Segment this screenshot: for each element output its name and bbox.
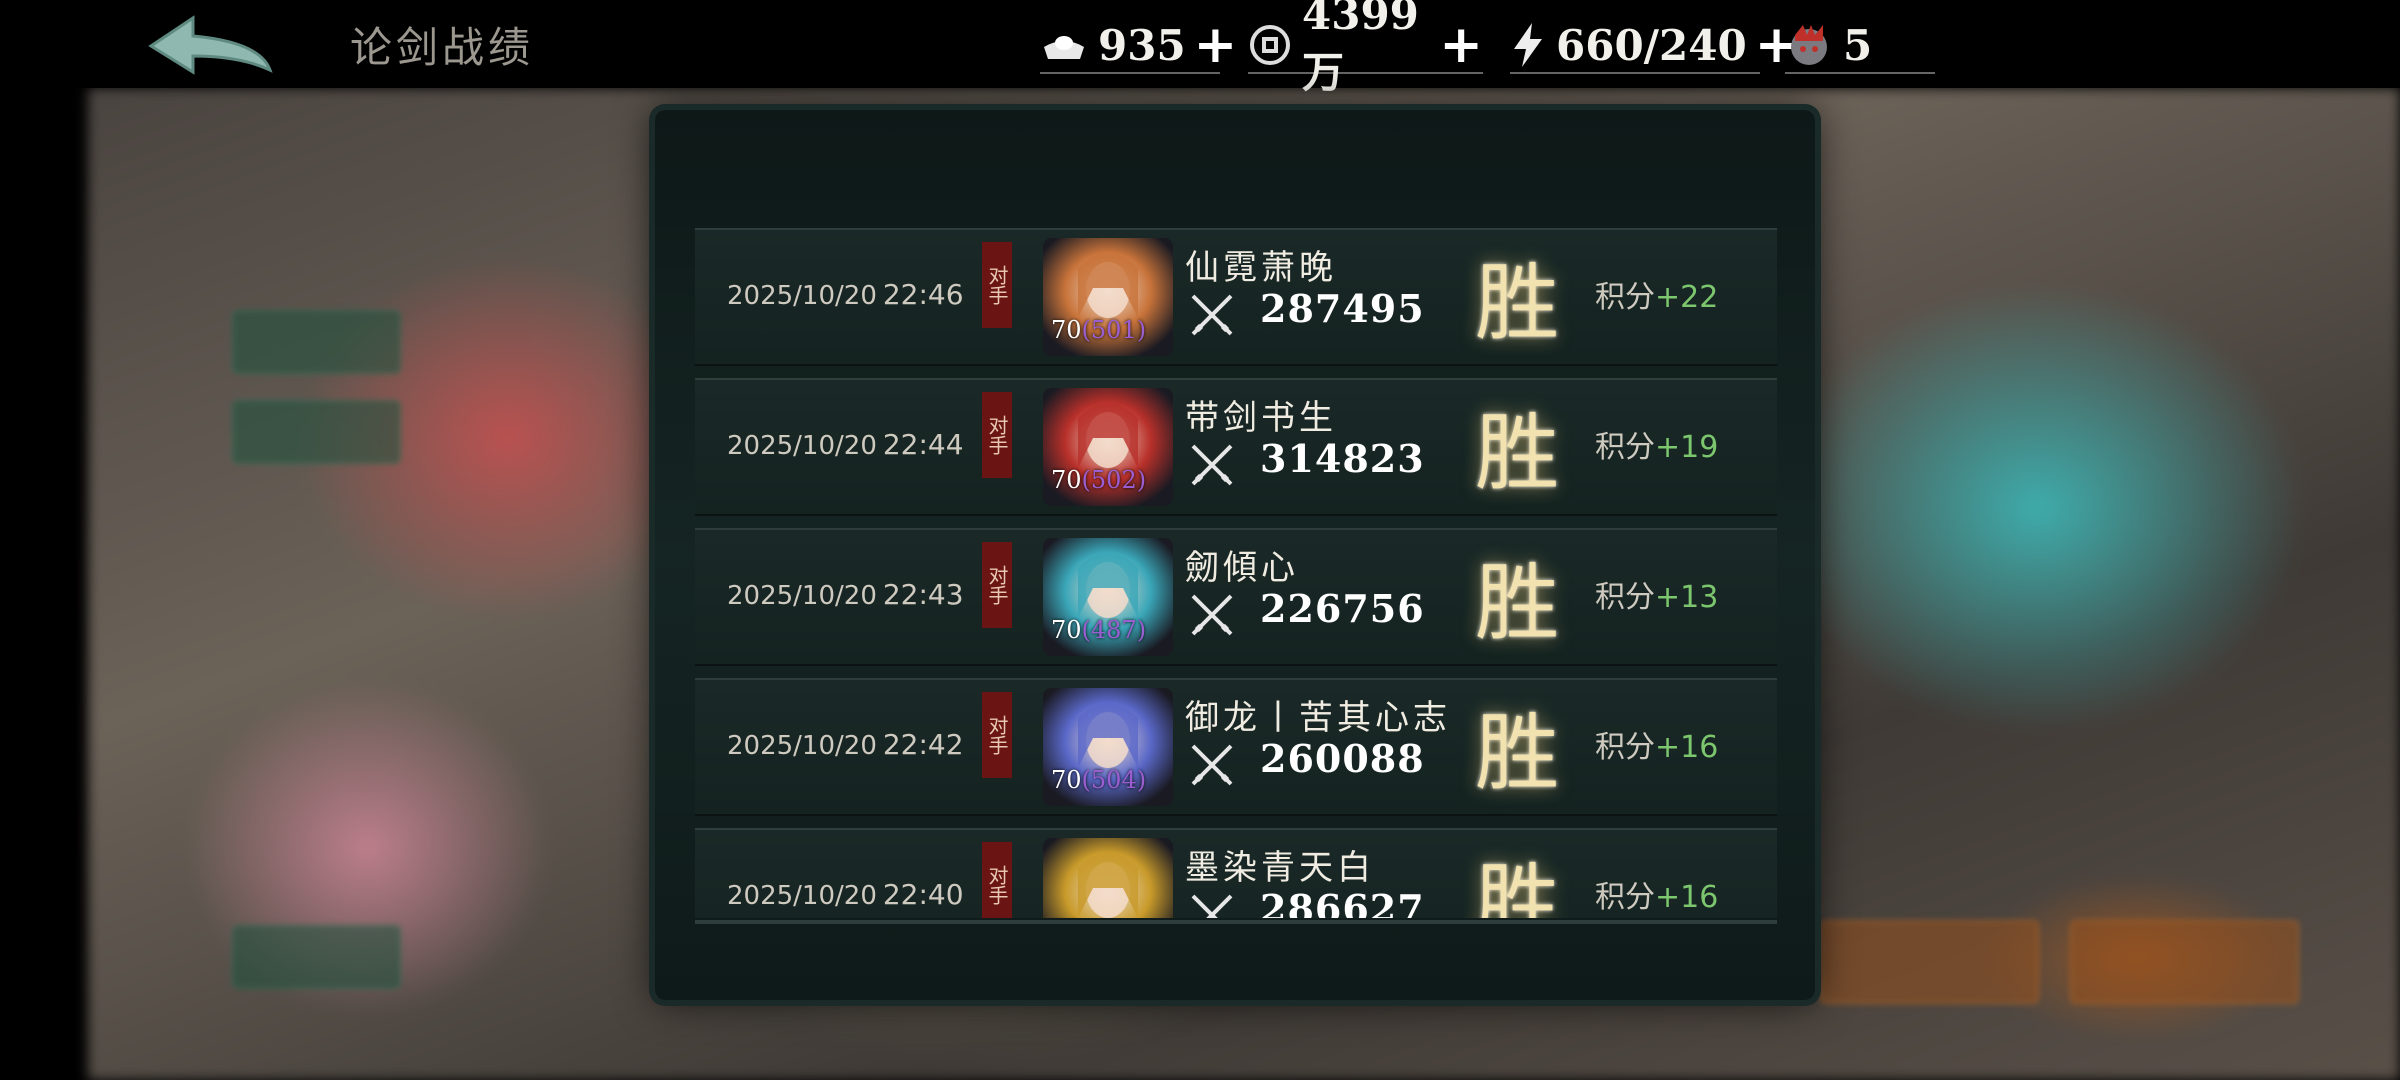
opponent-power: 287495 [1260, 286, 1425, 331]
background-blurred-button [232, 925, 401, 989]
record-row[interactable]: 2025/10/2022:40 对手 70 墨染青天白 286627 胜 积分+… [695, 828, 1777, 918]
opponent-level: 70(487) [1051, 616, 1147, 644]
resource-coin: 4399万 + [1248, 0, 1483, 97]
opponent-power: 260088 [1260, 736, 1425, 781]
back-arrow-icon [148, 15, 273, 75]
opponent-level: 70 [1051, 916, 1082, 918]
result-badge: 胜 [1475, 704, 1560, 802]
background-blurred-button [232, 310, 401, 374]
opponent-tag: 对手 [982, 542, 1012, 628]
record-row[interactable]: 2025/10/20 22:46 对手 70(501) 仙霓萧晚 287495 胜… [695, 228, 1777, 366]
background-blurred-button [232, 400, 401, 464]
lightning-stamina-icon [1510, 21, 1546, 69]
back-button[interactable] [145, 12, 280, 82]
opponent-power: 314823 [1260, 436, 1425, 481]
battle-record-list[interactable]: 2025/10/20 22:46 对手 70(501) 仙霓萧晚 287495 胜… [695, 228, 1777, 918]
opponent-avatar[interactable] [1043, 838, 1173, 918]
add-coin-button[interactable]: + [1439, 19, 1483, 71]
crossed-swords-icon [1187, 440, 1237, 490]
opponent-power: 226756 [1260, 586, 1425, 631]
crossed-swords-icon [1187, 740, 1237, 790]
resource-silver: 935 + [1040, 18, 1237, 74]
record-datetime: 2025/10/20 22:44 [727, 428, 964, 461]
opponent-name: 劒傾心 [1185, 548, 1299, 588]
record-datetime: 2025/10/20 22:46 [727, 278, 964, 311]
record-row[interactable]: 2025/10/20 22:42 对手 70(504) 御龙丨苦其心志 26008… [695, 678, 1777, 816]
opponent-name: 带剑书生 [1185, 398, 1337, 438]
record-datetime: 2025/10/20 22:40 [727, 878, 964, 911]
background-blurred-button [2070, 920, 2299, 1004]
list-bottom-divider [695, 920, 1777, 924]
top-bar: 论剑战绩 935 + 4399万 + 660/240 + 5 [0, 0, 2400, 97]
result-badge: 胜 [1475, 254, 1560, 352]
page-title: 论剑战绩 [350, 23, 535, 72]
score-change: 积分+16 [1595, 730, 1719, 765]
background-blurred-button [1820, 920, 2039, 1004]
opponent-name: 御龙丨苦其心志 [1185, 698, 1451, 738]
opponent-level: 70(501) [1051, 316, 1147, 344]
result-badge: 胜 [1475, 404, 1560, 502]
opponent-level: 70(504) [1051, 766, 1147, 794]
opponent-level: 70(502) [1051, 466, 1147, 494]
record-row[interactable]: 2025/10/20 22:43 对手 70(487) 劒傾心 226756 胜 … [695, 528, 1777, 666]
crossed-swords-icon [1187, 590, 1237, 640]
silver-ingot-icon [1040, 21, 1088, 69]
opponent-tag: 对手 [982, 842, 1012, 918]
result-badge: 胜 [1475, 854, 1560, 918]
opponent-name: 墨染青天白 [1185, 848, 1375, 888]
score-change: 积分+22 [1595, 280, 1719, 315]
add-silver-button[interactable]: + [1194, 19, 1238, 71]
resource-token: 5 [1785, 18, 1935, 74]
result-badge: 胜 [1475, 554, 1560, 652]
opponent-name: 仙霓萧晚 [1185, 248, 1337, 288]
opponent-tag: 对手 [982, 692, 1012, 778]
score-change: 积分+16 [1595, 880, 1719, 915]
resource-stamina: 660/240 + [1510, 18, 1798, 74]
score-change: 积分+13 [1595, 580, 1719, 615]
crossed-swords-icon [1187, 890, 1237, 918]
opponent-tag: 对手 [982, 242, 1012, 328]
record-datetime: 2025/10/20 22:42 [727, 728, 964, 761]
record-datetime: 2025/10/20 22:43 [727, 578, 964, 611]
opponent-tag: 对手 [982, 392, 1012, 478]
record-row[interactable]: 2025/10/20 22:44 对手 70(502) 带剑书生 314823 胜… [695, 378, 1777, 516]
demon-mask-token-icon [1785, 21, 1833, 69]
copper-coin-icon [1248, 21, 1292, 69]
score-change: 积分+19 [1595, 430, 1719, 465]
crossed-swords-icon [1187, 290, 1237, 340]
opponent-power: 286627 [1260, 886, 1425, 918]
